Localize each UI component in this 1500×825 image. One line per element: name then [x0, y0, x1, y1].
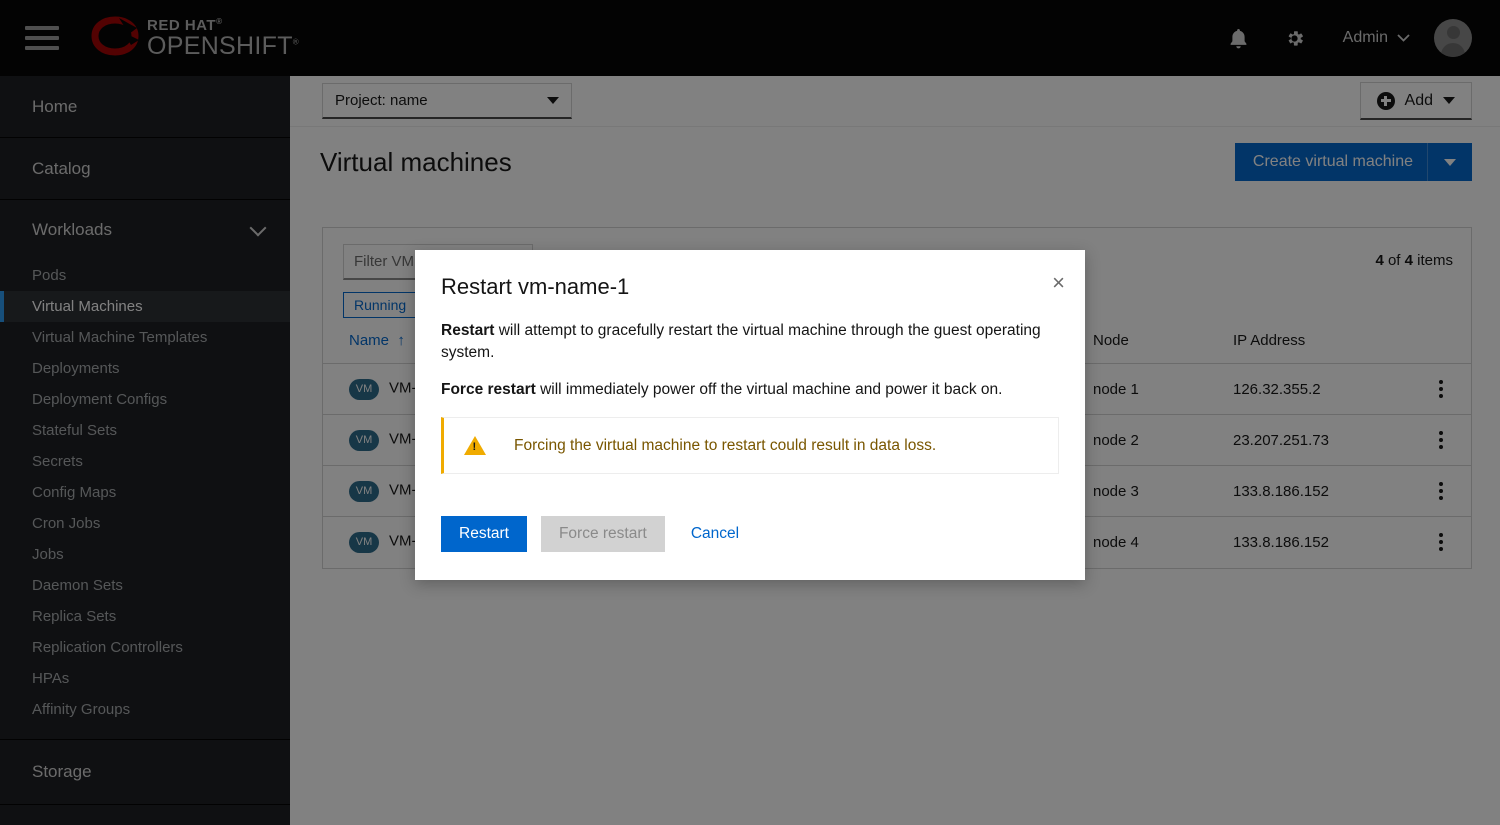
warning-triangle-icon	[464, 436, 486, 456]
modal-description-1: Restart will attempt to gracefully resta…	[441, 320, 1059, 365]
modal-description-2-rest: will immediately power off the virtual m…	[535, 380, 1003, 398]
modal-description-1-rest: will attempt to gracefully restart the v…	[441, 322, 1041, 362]
close-icon[interactable]: ×	[1052, 272, 1065, 294]
cancel-button[interactable]: Cancel	[679, 516, 751, 552]
restart-vm-modal: × Restart vm-name-1 Restart will attempt…	[415, 250, 1085, 581]
modal-title: Restart vm-name-1	[441, 274, 630, 299]
modal-term-restart: Restart	[441, 322, 495, 339]
warning-alert-text: Forcing the virtual machine to restart c…	[514, 436, 937, 454]
force-restart-button[interactable]: Force restart	[540, 516, 665, 553]
modal-action-bar: Restart Force restart Cancel	[441, 516, 1059, 553]
modal-term-force-restart: Force restart	[441, 380, 536, 398]
data-loss-warning-alert: Forcing the virtual machine to restart c…	[441, 417, 1059, 475]
openshift-console: RED HAT® OPENSHIFT® Admin	[0, 0, 1500, 825]
restart-button[interactable]: Restart	[441, 516, 527, 553]
modal-description-2: Force restart will immediately power off…	[441, 379, 1059, 401]
